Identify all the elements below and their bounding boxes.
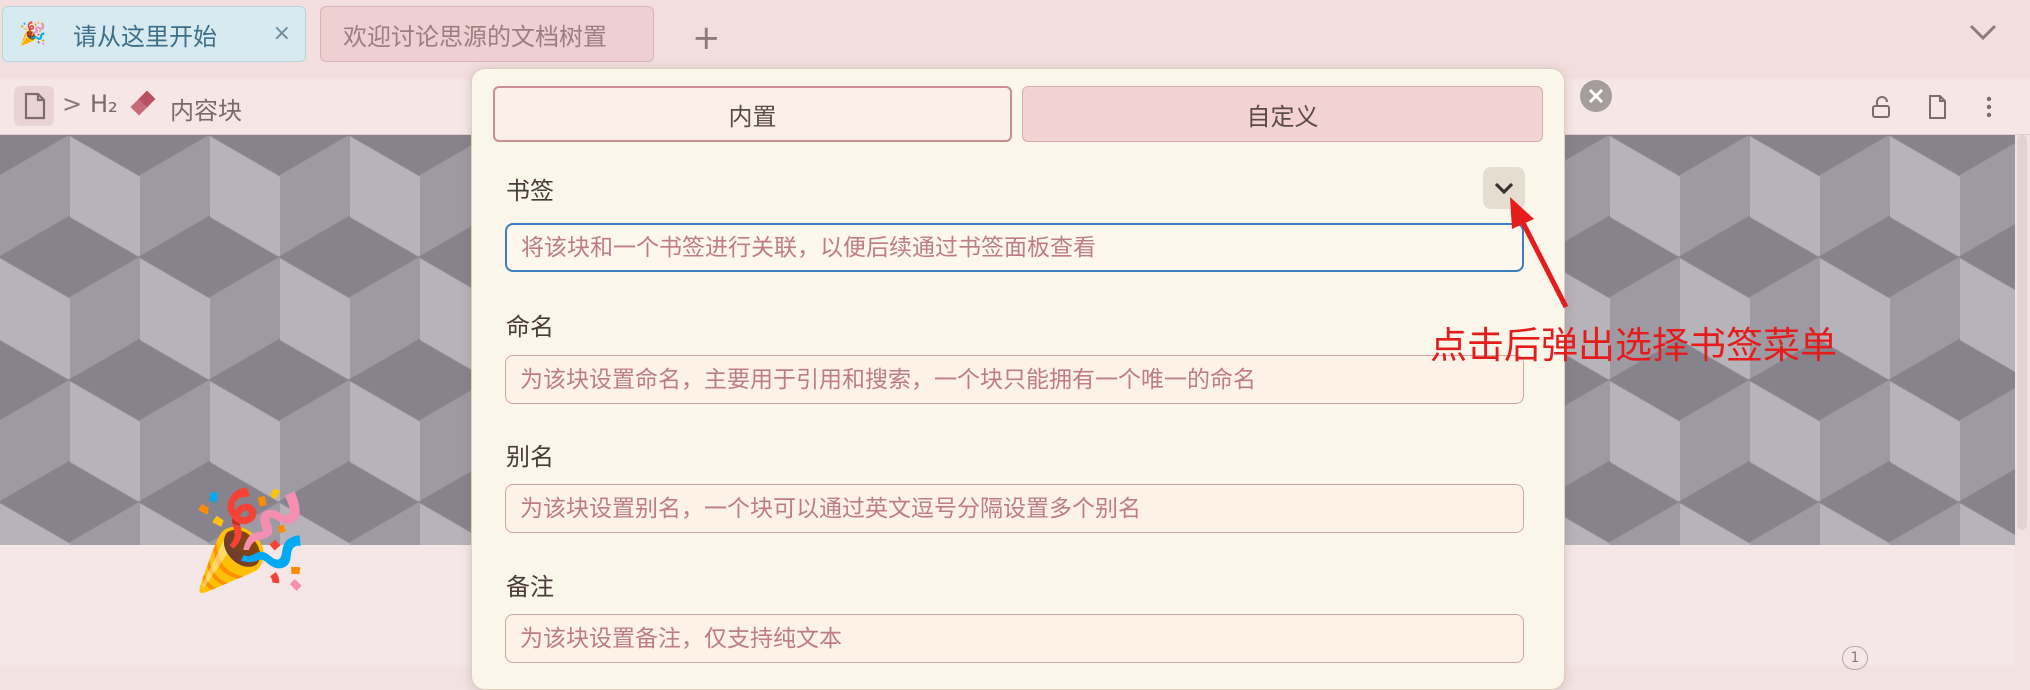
heading-icon[interactable]: H₂: [90, 90, 118, 118]
memo-label: 备注: [506, 573, 554, 601]
alias-label: 别名: [506, 443, 554, 471]
name-label: 命名: [506, 313, 554, 341]
new-tab-button[interactable]: +: [692, 18, 721, 58]
tab-label: 欢迎讨论思源的文档树置: [343, 22, 607, 51]
breadcrumb-separator: >: [62, 90, 83, 118]
tab-discussion[interactable]: 欢迎讨论思源的文档树置: [320, 6, 654, 62]
chevron-down-icon[interactable]: [1968, 22, 1998, 46]
scrollbar[interactable]: [2017, 135, 2027, 530]
memo-input[interactable]: [505, 614, 1524, 663]
breadcrumb-label[interactable]: 内容块: [170, 91, 242, 126]
alias-input[interactable]: [505, 484, 1524, 533]
annotation-text: 点击后弹出选择书签菜单: [1430, 324, 1837, 367]
party-icon: 🎉: [19, 21, 47, 47]
tab-start-here[interactable]: 🎉 请从这里开始 ×: [2, 6, 306, 62]
more-icon[interactable]: [1984, 94, 1994, 124]
bookmark-label: 书签: [506, 177, 554, 205]
lock-icon[interactable]: [1868, 94, 1894, 124]
tab-label: 请从这里开始: [73, 22, 217, 51]
close-icon[interactable]: ×: [273, 21, 291, 46]
page-counter: 1: [1842, 646, 1868, 670]
file-icon[interactable]: [1924, 94, 1950, 124]
document-icon[interactable]: [14, 86, 54, 126]
name-input[interactable]: [505, 355, 1524, 404]
block-attribute-panel: 内置 自定义 书签 命名 别名 备注: [471, 68, 1565, 690]
close-icon[interactable]: [1580, 80, 1612, 112]
annotation-arrow: [1510, 197, 1569, 309]
tab-custom[interactable]: 自定义: [1022, 86, 1543, 142]
tab-bar: 🎉 请从这里开始 × 欢迎讨论思源的文档树置 +: [0, 0, 2030, 78]
party-popper-icon[interactable]: 🎉: [190, 492, 310, 588]
bookmark-input[interactable]: [505, 223, 1524, 272]
tab-builtin[interactable]: 内置: [493, 86, 1012, 142]
